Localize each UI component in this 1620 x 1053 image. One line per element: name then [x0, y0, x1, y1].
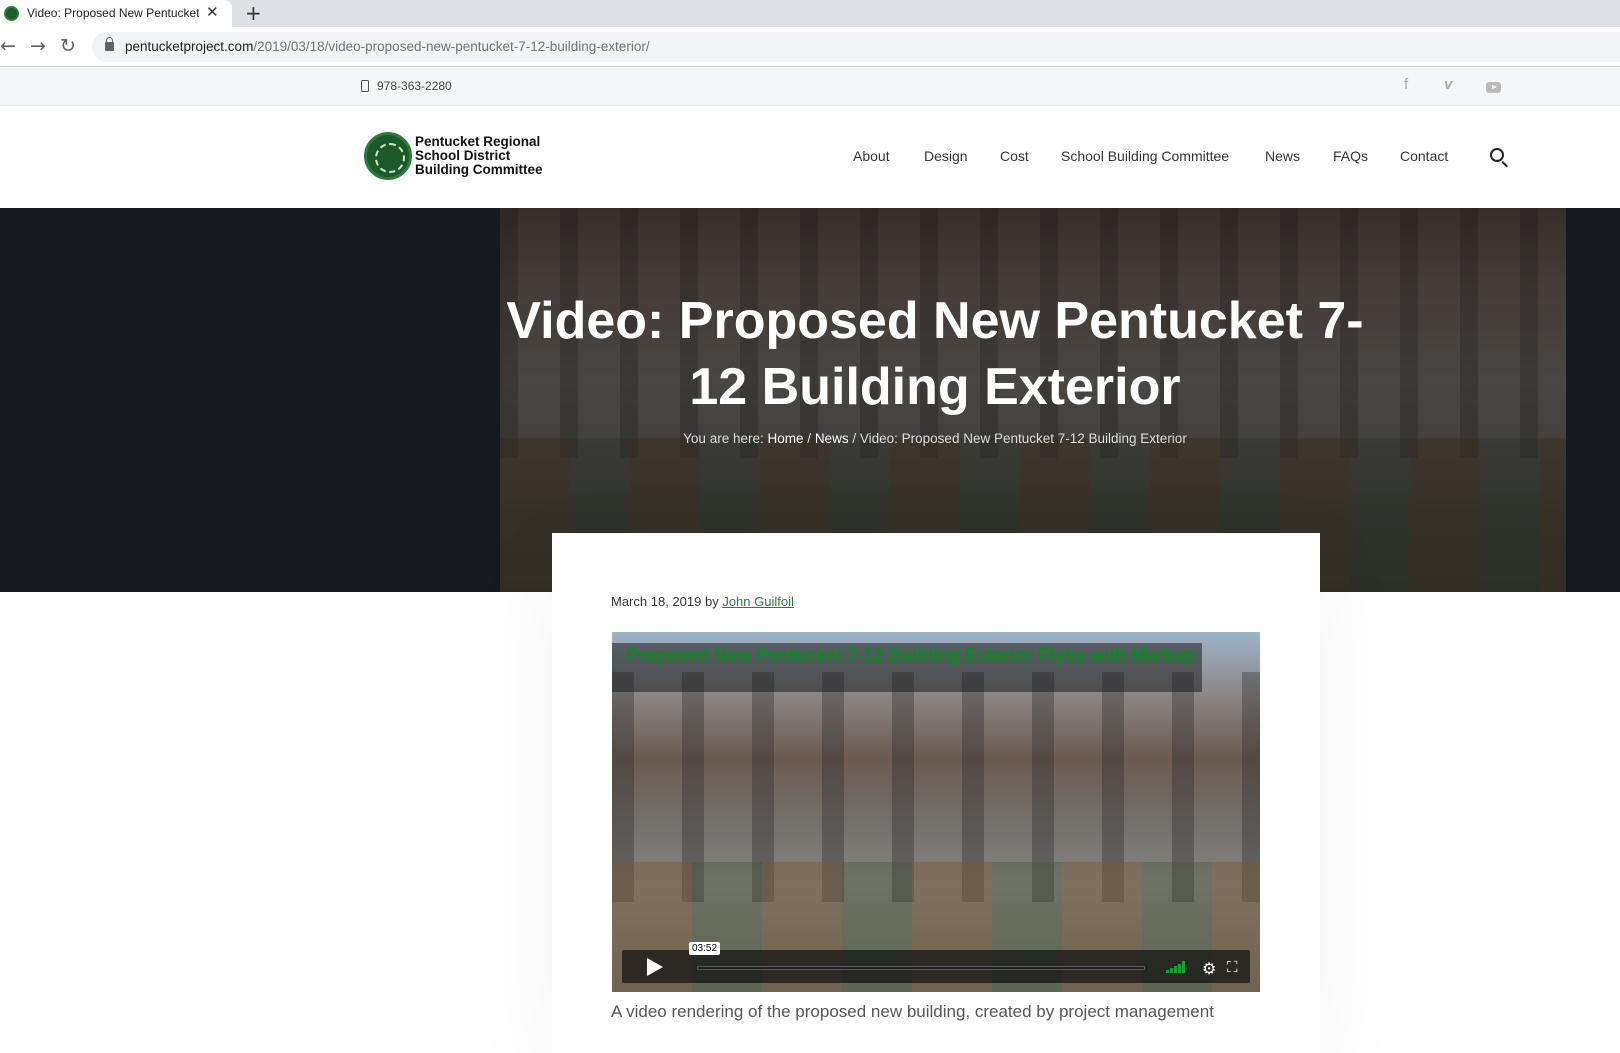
post-author-link[interactable]: John Guilfoil: [722, 594, 794, 609]
nav-design[interactable]: Design: [924, 148, 968, 164]
browser-tab[interactable]: Video: Proposed New Pentucket ✕: [0, 0, 232, 27]
video-progress-bar[interactable]: [697, 966, 1145, 970]
url-text[interactable]: pentucketproject.com/2019/03/18/video-pr…: [125, 39, 650, 54]
nav-news[interactable]: News: [1265, 148, 1300, 164]
district-seal-icon: [364, 132, 412, 180]
search-icon[interactable]: [1490, 148, 1504, 162]
volume-icon[interactable]: [1166, 961, 1188, 973]
logo-line-3: Building Committee: [415, 162, 543, 177]
facebook-icon[interactable]: f: [1404, 76, 1408, 93]
tab-title: Video: Proposed New Pentucket: [27, 6, 199, 20]
post-intro-text: A video rendering of the proposed new bu…: [611, 1002, 1214, 1021]
nav-school-building-committee[interactable]: School Building Committee: [1061, 148, 1229, 164]
top-info-bar: 978-363-2280 f v: [0, 68, 1620, 106]
breadcrumb-separator: /: [852, 431, 857, 446]
logo-line-2: School District: [415, 148, 511, 163]
address-bar[interactable]: pentucketproject.com/2019/03/18/video-pr…: [92, 32, 1620, 62]
breadcrumb-separator: /: [807, 431, 812, 446]
breadcrumb: You are here: Home / News / Video: Propo…: [480, 431, 1390, 446]
nav-cost[interactable]: Cost: [1000, 148, 1029, 164]
video-duration: 03:52: [689, 942, 721, 955]
breadcrumb-prefix: You are here:: [683, 431, 764, 446]
video-title[interactable]: Proposed New Pentucket 7-12 Building Ext…: [626, 644, 1196, 667]
breadcrumb-news[interactable]: News: [815, 431, 849, 446]
logo-line-1: Pentucket Regional: [415, 134, 541, 149]
post-by: by: [704, 594, 719, 609]
forward-button[interactable]: →: [30, 35, 46, 57]
youtube-icon[interactable]: [1486, 82, 1501, 93]
url-host: pentucketproject.com: [125, 39, 254, 54]
reload-button[interactable]: ↻: [60, 35, 76, 57]
url-path: /2019/03/18/video-proposed-new-pentucket…: [253, 39, 650, 54]
nav-about[interactable]: About: [853, 148, 890, 164]
nav-faqs[interactable]: FAQs: [1333, 148, 1368, 164]
nav-contact[interactable]: Contact: [1400, 148, 1448, 164]
new-tab-button[interactable]: +: [245, 1, 262, 25]
site-header: Pentucket Regional School District Build…: [0, 106, 1620, 208]
page-title: Video: Proposed New Pentucket 7-12 Build…: [506, 292, 1364, 416]
phone-number[interactable]: 978-363-2280: [377, 79, 452, 93]
post-date: March 18, 2019: [611, 594, 702, 609]
fullscreen-icon[interactable]: ⛶: [1227, 958, 1238, 976]
breadcrumb-home[interactable]: Home: [768, 431, 804, 446]
browser-toolbar: ← → ↻ pentucketproject.com/2019/03/18/vi…: [0, 27, 1620, 67]
video-controls: 03:52 ⚙ ⛶: [622, 942, 1250, 983]
site-favicon-icon: [4, 6, 19, 21]
phone-icon: [361, 80, 369, 92]
settings-icon[interactable]: ⚙: [1202, 959, 1216, 978]
vimeo-icon[interactable]: v: [1444, 76, 1452, 93]
back-button[interactable]: ←: [0, 35, 16, 57]
breadcrumb-current: Video: Proposed New Pentucket 7-12 Build…: [859, 431, 1187, 446]
play-icon[interactable]: [647, 958, 663, 976]
browser-tab-strip: Video: Proposed New Pentucket ✕ +: [0, 0, 1620, 27]
close-tab-icon[interactable]: ✕: [206, 3, 219, 21]
post-meta: March 18, 2019 by John Guilfoil: [611, 594, 794, 609]
lock-icon: [105, 37, 114, 51]
video-title-bar[interactable]: Proposed New Pentucket 7-12 Building Ext…: [612, 643, 1202, 692]
